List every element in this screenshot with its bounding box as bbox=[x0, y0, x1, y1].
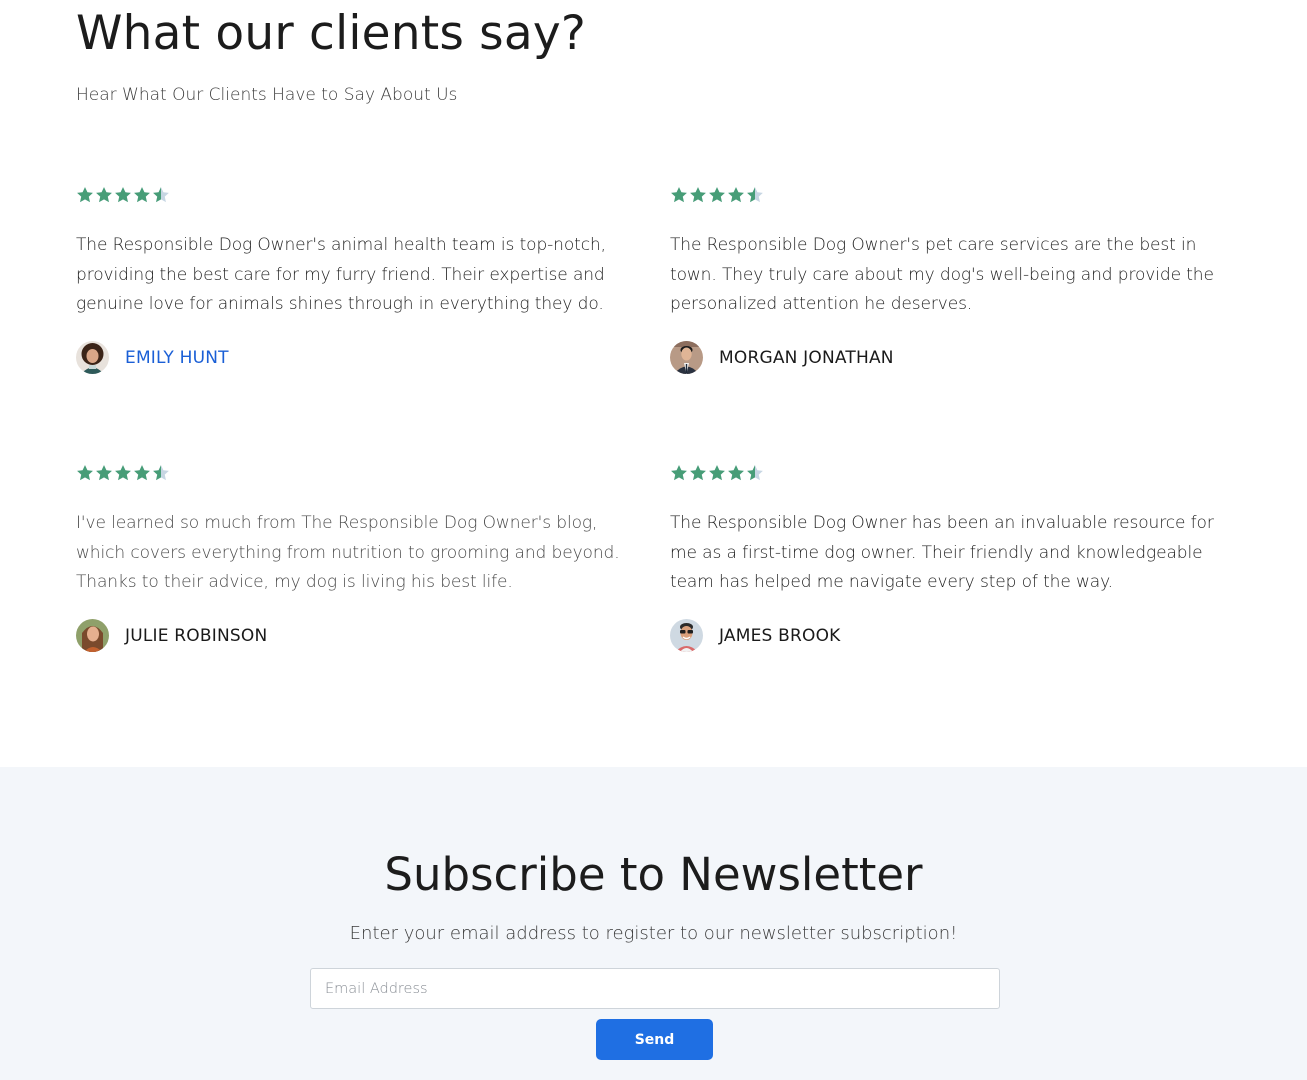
testimonial-card: The Responsible Dog Owner's animal healt… bbox=[76, 184, 641, 376]
star-full-icon bbox=[96, 465, 112, 481]
send-button[interactable]: Send bbox=[596, 1019, 713, 1060]
star-half-icon bbox=[153, 187, 169, 203]
testimonial-author: EMILY HUNT bbox=[76, 340, 641, 376]
star-half-icon bbox=[153, 465, 169, 481]
newsletter-section: Subscribe to Newsletter Enter your email… bbox=[0, 767, 1307, 1080]
star-full-icon bbox=[77, 465, 93, 481]
star-full-icon bbox=[671, 187, 687, 203]
star-full-icon bbox=[671, 465, 687, 481]
star-full-icon bbox=[728, 465, 744, 481]
testimonial-quote: I've learned so much from The Responsibl… bbox=[76, 513, 620, 592]
author-name-link[interactable]: EMILY HUNT bbox=[125, 348, 229, 368]
avatar bbox=[76, 341, 109, 374]
newsletter-title: Subscribe to Newsletter bbox=[384, 848, 923, 901]
star-rating bbox=[670, 462, 1235, 484]
author-name: MORGAN JONATHAN bbox=[719, 347, 894, 368]
star-full-icon bbox=[77, 187, 93, 203]
testimonial-author: JULIE ROBINSON bbox=[76, 618, 641, 654]
star-full-icon bbox=[134, 465, 150, 481]
testimonials-section: What our clients say? Hear What Our Clie… bbox=[0, 0, 1307, 767]
star-full-icon bbox=[690, 187, 706, 203]
testimonial-author: MORGAN JONATHAN bbox=[670, 340, 1235, 376]
newsletter-subtitle: Enter your email address to register to … bbox=[349, 923, 958, 944]
testimonial-quote: The Responsible Dog Owner has been an in… bbox=[670, 513, 1214, 592]
star-full-icon bbox=[690, 465, 706, 481]
star-full-icon bbox=[115, 465, 131, 481]
star-full-icon bbox=[134, 187, 150, 203]
testimonial-author: JAMES BROOK bbox=[670, 618, 1235, 654]
avatar-woman-curly-hair-icon bbox=[76, 341, 109, 374]
testimonial-card: I've learned so much from The Responsibl… bbox=[76, 462, 641, 654]
testimonial-card: The Responsible Dog Owner has been an in… bbox=[670, 462, 1235, 654]
avatar bbox=[670, 341, 703, 374]
avatar-man-suit-icon bbox=[670, 341, 703, 374]
star-full-icon bbox=[115, 187, 131, 203]
star-full-icon bbox=[709, 465, 725, 481]
star-rating bbox=[670, 184, 1235, 206]
avatar-woman-long-hair-icon bbox=[76, 619, 109, 652]
avatar bbox=[76, 619, 109, 652]
author-name: JULIE ROBINSON bbox=[125, 625, 268, 646]
star-full-icon bbox=[728, 187, 744, 203]
star-full-icon bbox=[709, 187, 725, 203]
avatar bbox=[670, 619, 703, 652]
testimonial-quote: The Responsible Dog Owner's animal healt… bbox=[76, 235, 606, 314]
email-input[interactable] bbox=[310, 968, 1000, 1009]
star-rating bbox=[76, 462, 641, 484]
star-half-icon bbox=[747, 187, 763, 203]
page-title: What our clients say? bbox=[76, 6, 587, 61]
testimonial-quote: The Responsible Dog Owner's pet care ser… bbox=[670, 235, 1214, 314]
star-full-icon bbox=[96, 187, 112, 203]
page-subtitle: Hear What Our Clients Have to Say About … bbox=[76, 85, 458, 105]
star-half-icon bbox=[747, 465, 763, 481]
star-rating bbox=[76, 184, 641, 206]
author-name: JAMES BROOK bbox=[719, 625, 841, 646]
testimonial-card: The Responsible Dog Owner's pet care ser… bbox=[670, 184, 1235, 376]
avatar-man-glasses-icon bbox=[670, 619, 703, 652]
